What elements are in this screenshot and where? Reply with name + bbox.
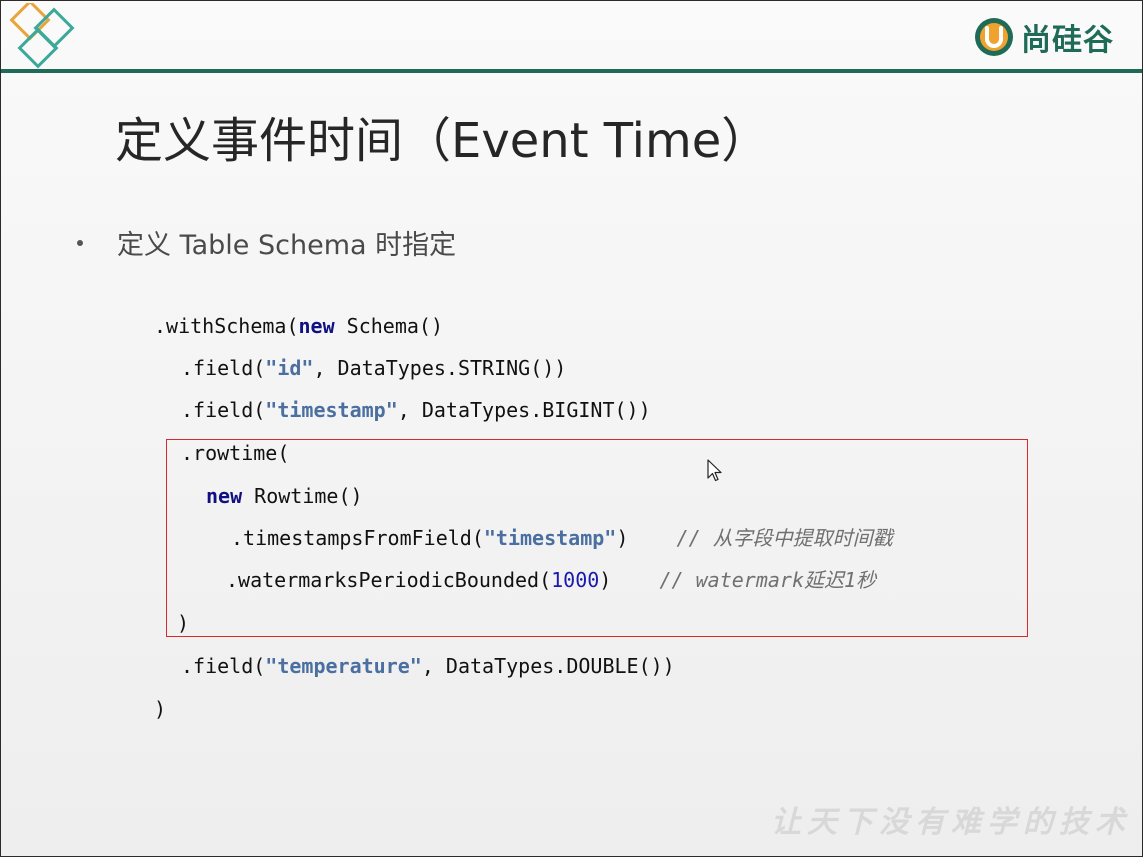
brand-name: 尚硅谷: [1021, 23, 1114, 58]
code-text: ): [154, 697, 167, 721]
diamond-logo-icon: [9, 3, 75, 69]
code-line: .withSchema(new Schema(): [154, 314, 443, 338]
code-line: ): [154, 697, 166, 721]
slogan-watermark: 让天下没有难学的技术: [771, 805, 1131, 840]
code-text: Schema(): [334, 314, 443, 338]
code-text: .field(: [181, 356, 266, 380]
code-text: , DataTypes.DOUBLE()): [421, 654, 675, 678]
code-string: "timestamp": [265, 398, 398, 422]
bullet-dot-icon: [77, 239, 83, 246]
bullet-text: 定义 Table Schema 时指定: [117, 230, 457, 261]
header: 尚硅谷: [1, 1, 1142, 73]
bullet-item: 定义 Table Schema 时指定: [77, 223, 456, 262]
code-line: .field("timestamp", DataTypes.BIGINT()): [181, 398, 651, 422]
code-text: .field(: [181, 654, 266, 678]
code-text: .withSchema(: [154, 314, 299, 338]
brand: 尚硅谷: [973, 15, 1114, 59]
code-keyword: new: [298, 314, 335, 338]
code-text: , DataTypes.BIGINT()): [397, 398, 651, 422]
brand-u-icon: [975, 18, 1013, 56]
code-text: .field(: [181, 398, 266, 422]
code-text: , DataTypes.STRING()): [313, 356, 567, 380]
code-string: "temperature": [265, 654, 422, 678]
mouse-cursor-icon: [707, 459, 722, 482]
code-line: .field("temperature", DataTypes.DOUBLE()…: [181, 654, 675, 678]
header-divider: [1, 69, 1142, 73]
code-string: "id": [265, 356, 314, 380]
slide-title: 定义事件时间（Event Time）: [115, 113, 770, 169]
code-line: .field("id", DataTypes.STRING()): [181, 356, 566, 380]
rowtime-highlight-box: [166, 439, 1028, 637]
slide: 尚硅谷 定义事件时间（Event Time） 定义 Table Schema 时…: [0, 0, 1143, 857]
